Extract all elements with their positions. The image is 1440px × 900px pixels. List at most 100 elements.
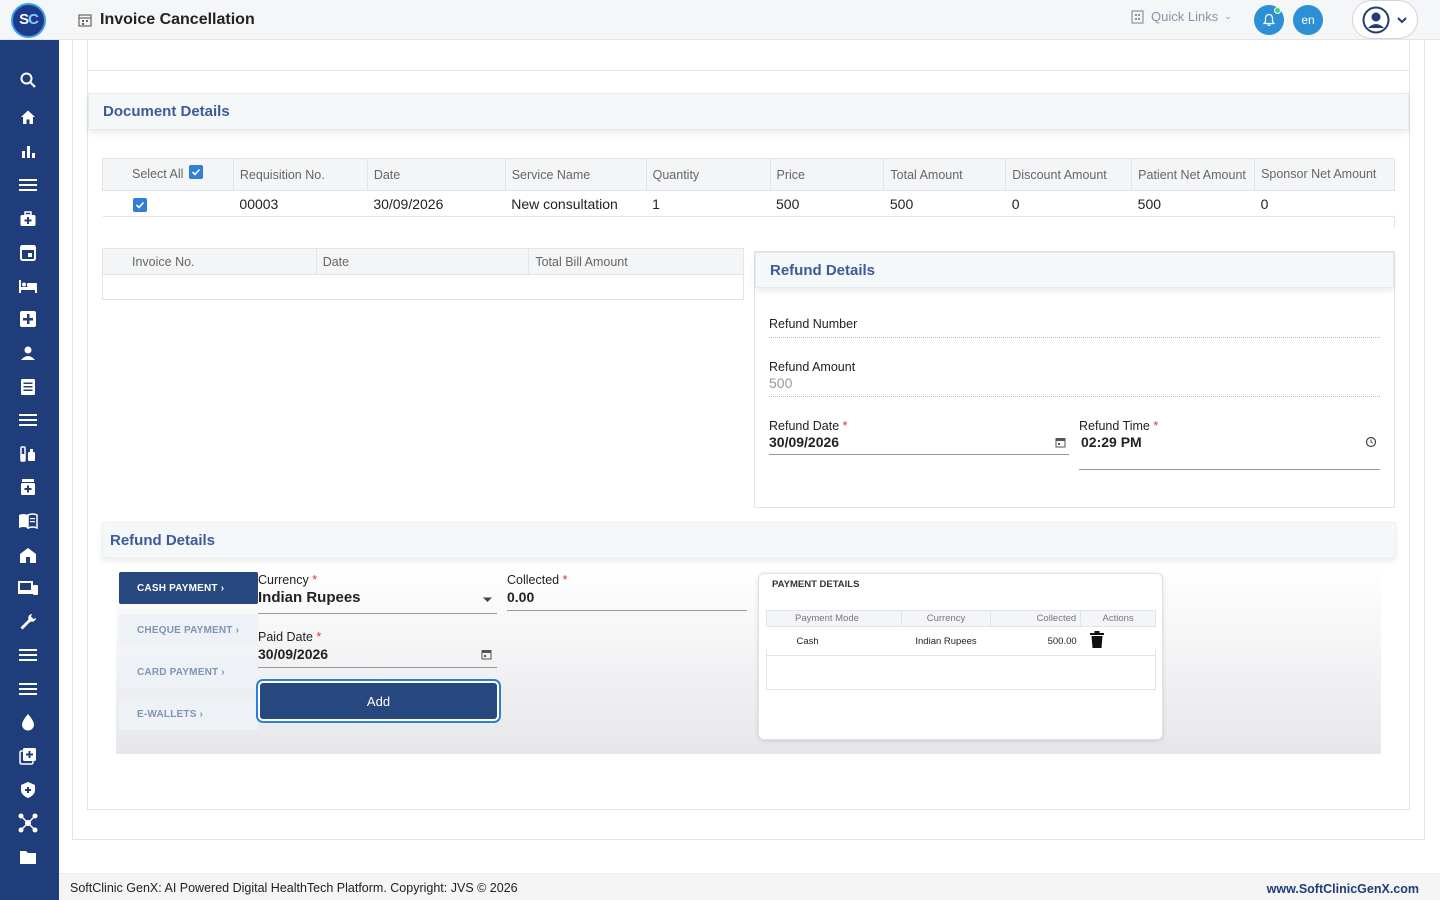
lab-icon[interactable] [17,443,39,465]
table-row[interactable]: 00003 30/09/2026 New consultation 1 500 … [102,190,1395,217]
refund-date-field[interactable]: 30/09/2026 [769,434,839,450]
refund-amount-field: 500 [769,375,793,391]
refund-number-label: Refund Number [769,317,858,331]
search-icon[interactable] [17,69,39,91]
home-icon[interactable] [17,106,39,128]
book-icon[interactable] [17,510,39,532]
refund-date-label: Refund Date * [769,419,848,433]
add-button[interactable]: Add [258,681,499,721]
cell-date: 30/09/2026 [367,190,506,217]
cell-sponsor-net-amount: 0 [1254,190,1395,217]
list-icon[interactable] [17,409,39,431]
col-quantity: Quantity [645,158,771,191]
collected-label: Collected * [507,573,568,587]
shield-icon[interactable] [17,779,39,801]
quick-links-label: Quick Links [1151,9,1219,24]
refund-section-header: Refund Details [102,522,1396,558]
language-button[interactable]: en [1293,5,1323,35]
tab-card-payment[interactable]: CARD PAYMENT › [119,656,258,688]
wrench-icon[interactable] [17,611,39,633]
collected-underline [507,610,747,611]
user-icon[interactable] [17,342,39,364]
top-divider [87,70,1410,71]
drop-icon[interactable] [17,711,39,733]
bed-icon[interactable] [17,275,39,297]
cell-discount-amount: 0 [1005,190,1132,217]
clock-icon[interactable] [1365,436,1377,448]
refund-time-label: Refund Time * [1079,419,1159,433]
document-details-title: Document Details [103,103,230,120]
calendar-icon[interactable] [17,241,39,263]
paid-date-input[interactable]: 30/09/2026 [258,646,328,662]
page-title: Invoice Cancellation [100,11,255,28]
invoice-empty-row [102,274,744,300]
currency-label: Currency * [258,573,318,587]
footer-copyright: SoftClinic GenX: AI Powered Digital Heal… [70,881,518,895]
col-total-amount: Total Amount [883,158,1007,191]
paid-date-label: Paid Date * [258,630,322,644]
bar-chart-icon[interactable] [17,140,39,162]
caret-down-icon: ⌄ [1224,11,1232,21]
row-checkbox[interactable] [132,197,147,212]
collected-input[interactable]: 0.00 [507,589,534,605]
app-logo[interactable]: SC [11,3,46,38]
select-all-checkbox[interactable] [188,164,203,179]
refund-date-calendar-icon[interactable] [1055,437,1066,448]
medical-bag-icon[interactable] [17,208,39,230]
tab-e-wallets[interactable]: E-WALLETS › [119,698,258,730]
tab-cash-payment[interactable]: CASH PAYMENT › [119,572,258,604]
menu-icon[interactable] [17,174,39,196]
refund-panel-title: Refund Details [770,262,876,279]
top-bar: SC Invoice Cancellation Quick Links ⌄ en [0,0,1440,40]
menu-icon-2[interactable] [17,644,39,666]
col-payment-mode: Payment Mode [766,610,902,627]
network-icon[interactable] [17,812,39,834]
col-patient-net-amount: Patient Net Amount [1131,158,1256,191]
plus-box-icon[interactable] [17,308,39,330]
pharmacy-icon[interactable] [17,476,39,498]
document-details-table: Select All Requisition No. Date Service … [102,158,1395,217]
notifications-button[interactable] [1254,5,1284,35]
refund-section-title: Refund Details [110,532,216,549]
menu-icon-3[interactable] [17,678,39,700]
col-invoice-date: Date [315,248,530,275]
refund-time-field[interactable]: 02:29 PM [1081,434,1142,450]
notification-dot [1274,7,1281,14]
tab-cheque-payment[interactable]: CHEQUE PAYMENT › [119,614,258,646]
cell-total-amount: 500 [883,190,1006,217]
cell-patient-net-amount: 500 [1131,190,1255,217]
folder-icon[interactable] [17,846,39,868]
select-all-header: Select All [102,158,234,191]
cell-quantity: 1 [646,190,771,217]
user-menu-button[interactable] [1352,0,1418,39]
document-details-header: Document Details [88,93,1409,130]
payment-details-title: PAYMENT DETAILS [772,579,860,590]
col-total-bill-amount: Total Bill Amount [528,248,744,275]
refund-amount-underline [769,396,1380,397]
currency-select[interactable]: Indian Rupees [258,589,361,606]
caret-down-icon[interactable] [482,596,493,604]
col-requisition-no: Requisition No. [232,158,368,191]
cell-service-name: New consultation [505,190,647,217]
table-scroll-edge [1394,215,1395,228]
delete-icon[interactable] [1089,631,1104,648]
building-icon[interactable] [17,544,39,566]
cell-price: 500 [770,190,884,217]
payment-details-empty-area [766,650,1156,690]
add-box-icon[interactable] [17,745,39,767]
currency-underline [258,613,497,614]
paid-date-calendar-icon[interactable] [481,649,492,660]
cell-requisition-no: 00003 [233,190,368,217]
col-actions: Actions [1080,610,1156,627]
select-all-label: Select All [132,167,184,182]
footer-website-link[interactable]: www.SoftClinicGenX.com [1267,882,1419,896]
col-currency: Currency [900,610,992,627]
devices-icon[interactable] [17,577,39,599]
col-invoice-no: Invoice No. [102,248,317,275]
avatar-icon [1362,6,1390,33]
quick-links-dropdown[interactable]: Quick Links ⌄ [1130,9,1232,24]
sidebar [0,40,59,900]
document-icon[interactable] [17,376,39,398]
col-service-name: Service Name [504,158,647,191]
col-collected: Collected [990,610,1082,627]
